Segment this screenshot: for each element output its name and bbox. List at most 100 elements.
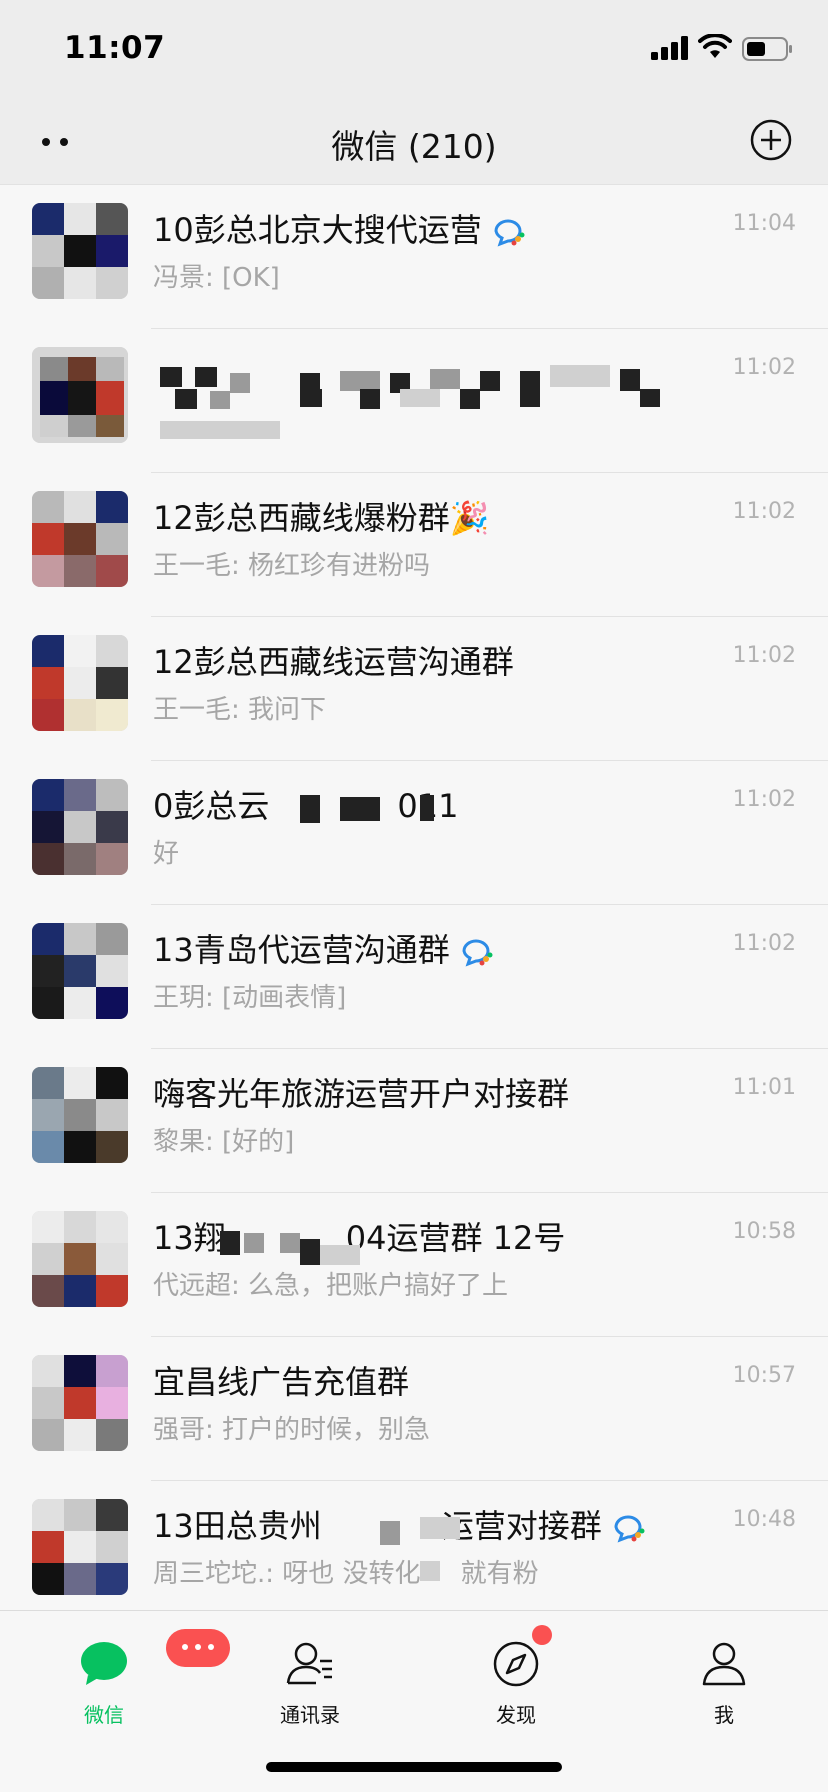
chat-preview: 代远超: 么急，把账户搞好了上 xyxy=(153,1271,509,1301)
chat-title: 嗨客光年旅游运营开户对接群 xyxy=(153,1075,570,1113)
avatar xyxy=(32,347,128,443)
redaction xyxy=(520,371,540,389)
chat-time: 10:58 xyxy=(732,1219,796,1244)
avatar xyxy=(32,491,128,587)
avatar xyxy=(32,1355,128,1451)
redaction xyxy=(460,389,480,409)
chat-item[interactable]: 11:02 xyxy=(0,329,828,473)
redaction xyxy=(175,389,197,409)
chat-time: 11:02 xyxy=(732,499,796,524)
redaction xyxy=(244,1233,264,1253)
status-time: 11:07 xyxy=(64,30,166,66)
redaction xyxy=(480,371,500,391)
tab-label: 我 xyxy=(714,1703,734,1727)
tab-me[interactable]: 我 xyxy=(664,1635,784,1735)
chat-preview: 黎果: [好的] xyxy=(153,1127,295,1157)
chat-item[interactable]: 12彭总西藏线运营沟通群 11:02 王一毛: 我问下 xyxy=(0,617,828,761)
tab-label: 微信 xyxy=(84,1703,124,1727)
redaction xyxy=(230,373,250,393)
wifi-icon xyxy=(698,34,732,58)
redaction xyxy=(210,391,230,409)
chat-title: 12彭总西藏线运营沟通群 xyxy=(153,643,514,681)
chat-time: 11:02 xyxy=(732,643,796,668)
wecom-icon xyxy=(462,939,493,967)
chat-time: 10:48 xyxy=(732,1507,796,1532)
chat-time: 10:57 xyxy=(732,1363,796,1388)
chat-preview: 冯景: [OK] xyxy=(153,263,280,293)
chat-time: 11:04 xyxy=(732,211,796,236)
redaction xyxy=(520,389,540,407)
chat-title: 12彭总西藏线爆粉群🎉 xyxy=(153,499,490,537)
wecom-icon xyxy=(614,1515,645,1543)
redaction xyxy=(380,1521,400,1545)
chat-item[interactable]: 嗨客光年旅游运营开户对接群 11:01 黎果: [好的] xyxy=(0,1049,828,1193)
chat-list: 10彭总北京大搜代运营 11:04 冯景: [OK] 11:02 12彭总西藏线… xyxy=(0,184,828,1610)
avatar xyxy=(32,635,128,731)
redaction xyxy=(420,1561,440,1581)
cellular-signal-icon xyxy=(651,36,688,60)
tab-contacts[interactable]: 通讯录 xyxy=(250,1635,370,1735)
redaction xyxy=(420,795,434,821)
chat-item[interactable]: 10彭总北京大搜代运营 11:04 冯景: [OK] xyxy=(0,185,828,329)
avatar xyxy=(32,203,128,299)
chat-preview: 好 xyxy=(153,839,180,869)
chat-time: 11:01 xyxy=(732,1075,796,1100)
chat-time: 11:02 xyxy=(732,355,796,380)
chat-item[interactable]: 0彭总云011 11:02 好 xyxy=(0,761,828,905)
redaction xyxy=(300,1239,320,1265)
chat-item[interactable]: 12彭总西藏线爆粉群🎉 11:02 王一毛: 杨红珍有进粉吗 xyxy=(0,473,828,617)
contacts-icon xyxy=(286,1642,332,1685)
avatar xyxy=(32,1499,128,1595)
battery-icon xyxy=(742,37,792,61)
redaction xyxy=(620,369,640,391)
nav-bar: 微信 (210) xyxy=(0,100,828,184)
tab-discover[interactable]: 发现 xyxy=(456,1635,576,1735)
status-bar: 11:07 xyxy=(0,0,828,100)
chat-title: 13青岛代运营沟通群 xyxy=(153,925,494,971)
home-indicator xyxy=(266,1762,562,1772)
redaction xyxy=(280,1233,300,1253)
avatar xyxy=(32,1067,128,1163)
redaction xyxy=(360,389,380,409)
page-title: 微信 (210) xyxy=(331,127,497,166)
chat-preview: 王一毛: 我问下 xyxy=(153,695,327,725)
redaction xyxy=(340,797,380,821)
chat-item[interactable]: 13翔 04运营群 12号 10:58 代远超: 么急，把账户搞好了上 xyxy=(0,1193,828,1337)
redaction xyxy=(300,795,320,823)
chat-title: 宜昌线广告充值群 xyxy=(153,1363,410,1401)
redaction xyxy=(160,367,182,387)
compass-icon xyxy=(493,1641,539,1687)
redaction xyxy=(320,1245,360,1265)
redaction xyxy=(430,369,460,389)
chat-preview: 王玥: [动画表情] xyxy=(153,983,347,1013)
redaction xyxy=(220,1231,240,1255)
avatar xyxy=(32,779,128,875)
add-button[interactable] xyxy=(750,119,792,161)
chat-time: 11:02 xyxy=(732,931,796,956)
redaction xyxy=(550,365,610,387)
tab-chats[interactable]: 微信 xyxy=(44,1629,230,1735)
chat-time: 11:02 xyxy=(732,787,796,812)
redaction xyxy=(300,389,322,407)
redaction xyxy=(640,389,660,407)
chat-preview: 周三坨坨.: 呀也 没转化 就有粉 xyxy=(153,1559,539,1589)
redaction xyxy=(340,371,380,391)
person-icon xyxy=(702,1642,746,1686)
avatar xyxy=(32,1211,128,1307)
redaction xyxy=(195,367,217,387)
tab-label: 发现 xyxy=(496,1703,536,1727)
redaction xyxy=(160,421,280,439)
tab-label: 通讯录 xyxy=(280,1703,340,1727)
chat-item[interactable]: 13田总贵州 运营对接群 10:48 周三坨坨.: 呀也 没转化 就有粉 xyxy=(0,1481,828,1610)
chat-bubble-icon xyxy=(81,1642,127,1685)
chat-item[interactable]: 宜昌线广告充值群 10:57 强哥: 打户的时候，别急 xyxy=(0,1337,828,1481)
redaction xyxy=(400,389,440,407)
avatar xyxy=(32,923,128,1019)
notification-dot xyxy=(532,1625,552,1645)
chat-title: 10彭总北京大搜代运营 xyxy=(153,205,526,251)
chat-preview: 王一毛: 杨红珍有进粉吗 xyxy=(153,551,431,581)
chat-preview: 强哥: 打户的时候，别急 xyxy=(153,1415,431,1445)
redaction xyxy=(420,1517,460,1539)
unread-badge xyxy=(166,1629,230,1667)
chat-item[interactable]: 13青岛代运营沟通群 11:02 王玥: [动画表情] xyxy=(0,905,828,1049)
